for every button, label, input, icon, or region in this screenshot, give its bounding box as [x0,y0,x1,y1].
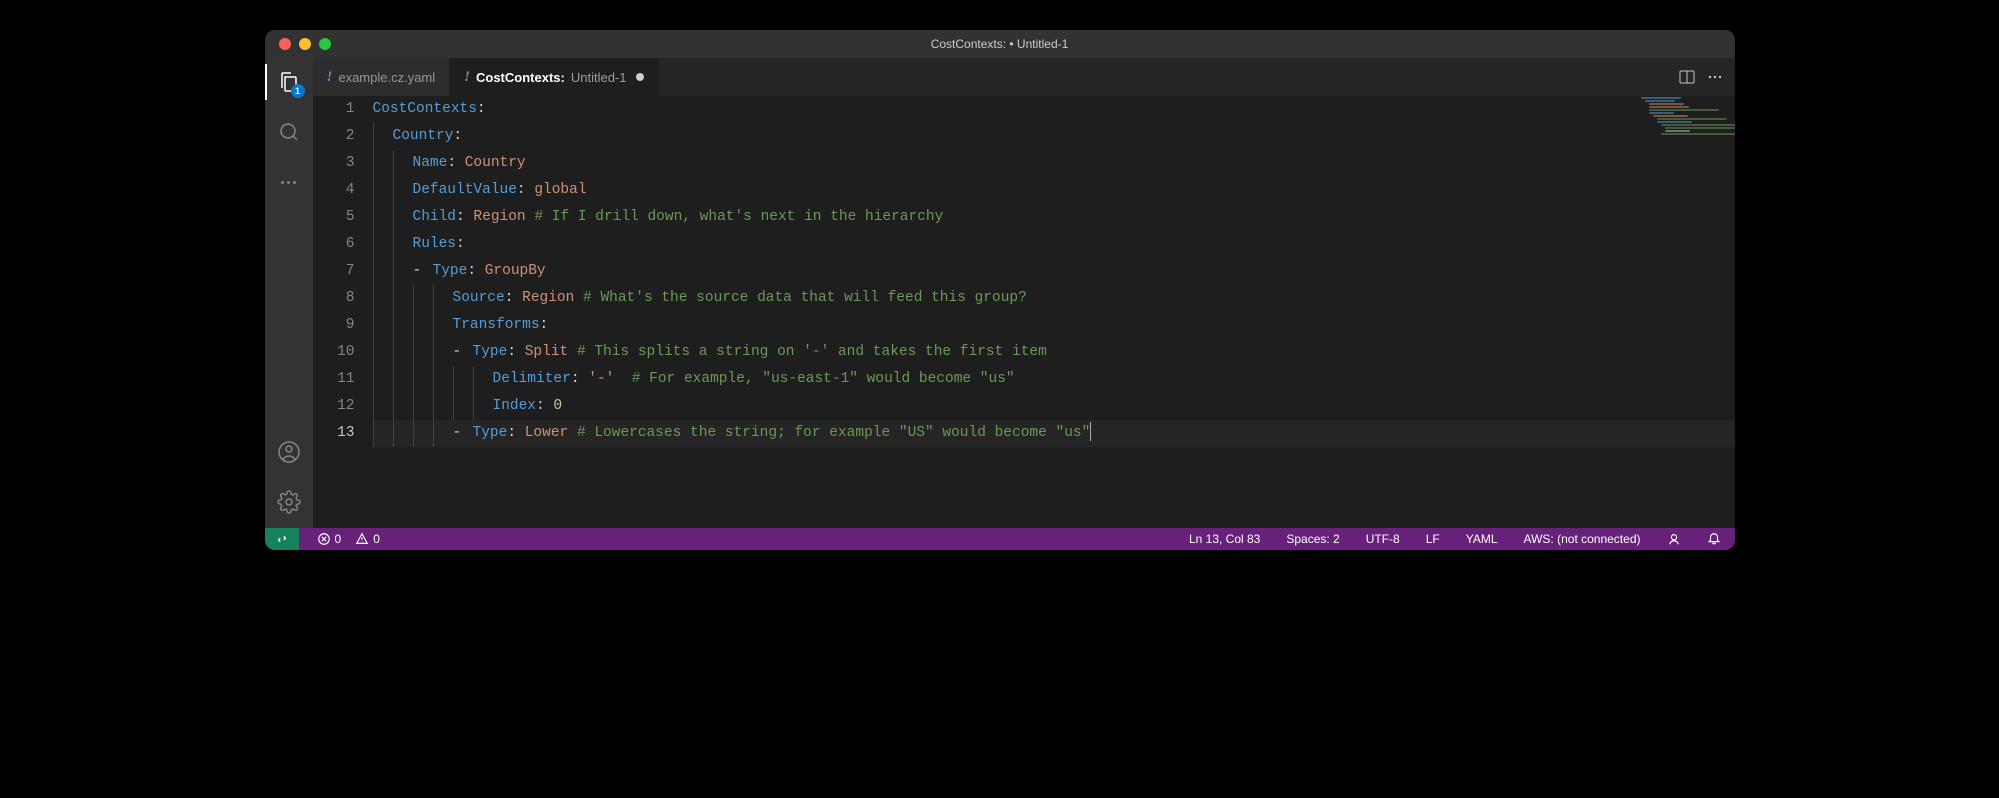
yaml-file-icon: ! [464,69,470,86]
line-number: 5 [313,204,355,231]
vscode-window: CostContexts: • Untitled-1 1 [265,30,1735,550]
code-line[interactable]: Transforms: [373,312,1735,339]
problems-warnings[interactable]: 0 [351,528,384,550]
dirty-indicator-icon [636,73,644,81]
line-number: 8 [313,285,355,312]
line-number: 1 [313,96,355,123]
minimize-window-button[interactable] [299,38,311,50]
split-editor-icon[interactable] [1679,69,1695,85]
encoding[interactable]: UTF-8 [1362,528,1404,550]
line-number: 7 [313,258,355,285]
line-number: 4 [313,177,355,204]
line-number: 3 [313,150,355,177]
traffic-lights [265,38,331,50]
maximize-window-button[interactable] [319,38,331,50]
tab-label: example.cz.yaml [338,70,435,85]
line-number: 11 [313,366,355,393]
explorer-icon[interactable]: 1 [275,68,303,96]
titlebar[interactable]: CostContexts: • Untitled-1 [265,30,1735,58]
code-line[interactable]: - Type: Split # This splits a string on … [373,339,1735,366]
indentation[interactable]: Spaces: 2 [1282,528,1343,550]
editor-actions [1679,58,1735,96]
code-line[interactable]: - Type: Lower # Lowercases the string; f… [373,420,1735,447]
feedback-icon[interactable] [1663,528,1685,550]
line-number: 6 [313,231,355,258]
remote-indicator[interactable] [265,528,299,550]
problems-errors[interactable]: 0 [313,528,346,550]
window-title: CostContexts: • Untitled-1 [265,37,1735,51]
code-line[interactable]: CostContexts: [373,96,1735,123]
accounts-icon[interactable] [275,438,303,466]
tab-costcontexts-untitled[interactable]: ! CostContexts: Untitled-1 [450,58,659,96]
cursor-position[interactable]: Ln 13, Col 83 [1185,528,1264,550]
line-number: 13 [313,420,355,447]
status-bar: 0 0 Ln 13, Col 83 Spaces: 2 UTF-8 LF YAM… [265,528,1735,550]
language-mode[interactable]: YAML [1462,528,1502,550]
tab-example-yaml[interactable]: ! example.cz.yaml [313,58,451,96]
code-content[interactable]: CostContexts:Country:Name: CountryDefaul… [373,96,1735,528]
tab-label-main: CostContexts: [476,70,565,85]
line-number: 9 [313,312,355,339]
yaml-file-icon: ! [327,69,333,86]
code-line[interactable]: Name: Country [373,150,1735,177]
code-line[interactable]: Delimiter: '-' # For example, "us-east-1… [373,366,1735,393]
code-line[interactable]: DefaultValue: global [373,177,1735,204]
more-views-icon[interactable] [275,168,303,196]
code-line[interactable]: Index: 0 [373,393,1735,420]
code-line[interactable]: Rules: [373,231,1735,258]
line-number-gutter: 12345678910111213 [313,96,373,528]
tab-label-sub: Untitled-1 [571,70,627,85]
tab-bar: ! example.cz.yaml ! CostContexts: Untitl… [313,58,1735,96]
code-line[interactable]: Source: Region # What's the source data … [373,285,1735,312]
aws-status[interactable]: AWS: (not connected) [1520,528,1645,550]
code-line[interactable]: - Type: GroupBy [373,258,1735,285]
line-number: 10 [313,339,355,366]
code-editor[interactable]: 12345678910111213 CostContexts:Country:N… [313,96,1735,528]
code-line[interactable]: Country: [373,123,1735,150]
explorer-badge: 1 [291,84,305,98]
activity-bar: 1 [265,58,313,528]
eol[interactable]: LF [1422,528,1444,550]
code-line[interactable]: Child: Region # If I drill down, what's … [373,204,1735,231]
line-number: 2 [313,123,355,150]
line-number: 12 [313,393,355,420]
notifications-bell-icon[interactable] [1703,528,1725,550]
more-actions-icon[interactable] [1707,69,1723,85]
editor-area: ! example.cz.yaml ! CostContexts: Untitl… [313,58,1735,528]
close-window-button[interactable] [279,38,291,50]
search-icon[interactable] [275,118,303,146]
settings-gear-icon[interactable] [275,488,303,516]
